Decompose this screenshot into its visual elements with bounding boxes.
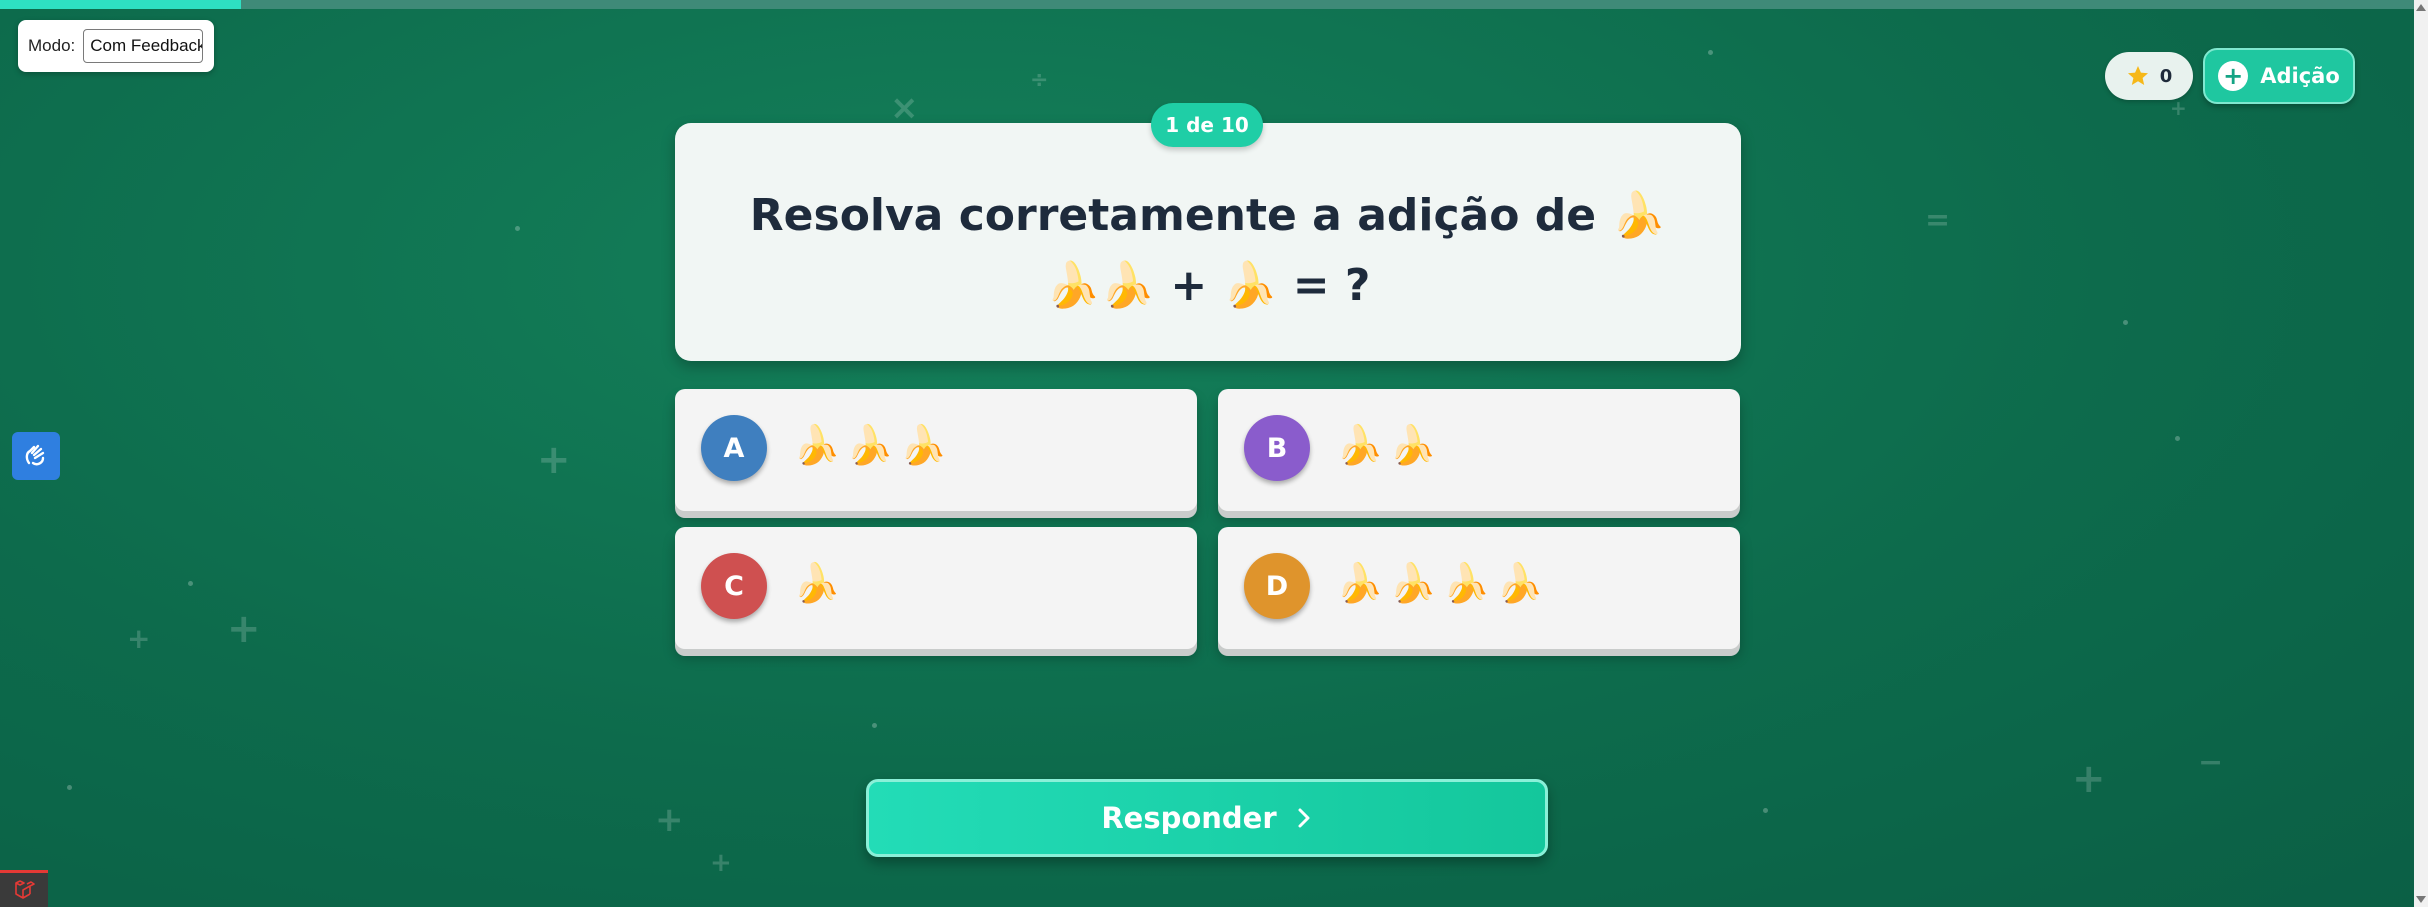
background-plus-symbol: + [2072,756,2106,802]
option-letter-badge: D [1244,553,1310,619]
background-dot [2123,320,2128,325]
answer-option-a[interactable]: A 🍌🍌🍌 [675,389,1197,511]
background-plus-symbol: + [710,848,732,878]
background-divide-symbol: ÷ [1030,68,1049,93]
progress-track [0,0,2414,9]
background-dot [1708,50,1713,55]
scrollbar[interactable] [2414,0,2428,907]
question-card: Resolva corretamente a adição de 🍌🍌🍌 + 🍌… [675,123,1741,361]
answer-option-b[interactable]: B 🍌🍌 [1218,389,1740,511]
chevron-right-icon [1298,808,1310,828]
laravel-icon [15,880,35,899]
score-value: 0 [2159,65,2173,87]
operation-label: Adição [2260,64,2340,88]
answer-option-c[interactable]: C 🍌 [675,527,1197,649]
question-counter: 1 de 10 [1151,103,1263,147]
background-times-symbol: × [890,88,919,128]
option-letter-badge: A [701,415,767,481]
submit-label: Responder [1101,801,1277,835]
background-dot [188,581,193,586]
accessibility-button[interactable] [12,432,60,480]
mode-label: Modo: [28,36,76,55]
question-text: Resolva corretamente a adição de 🍌🍌🍌 + 🍌… [749,190,1667,311]
background-dot [872,723,877,728]
answer-option-d[interactable]: D 🍌🍌🍌🍌 [1218,527,1740,649]
background-dot [1763,808,1768,813]
option-content: 🍌 [793,561,847,605]
progress-fill [0,0,242,9]
plus-icon: + [2218,61,2249,91]
operation-button[interactable]: + Adição [2203,48,2355,104]
submit-answer-button[interactable]: Responder [866,779,1548,857]
option-content: 🍌🍌🍌 [793,423,953,467]
background-plus-symbol: + [127,622,151,655]
star-icon [2127,66,2148,85]
score-badge: 0 [2105,52,2193,100]
background-plus-symbol: + [227,606,261,652]
mode-selector-panel: Modo: Com Feedback [18,20,214,72]
background-dot [515,226,520,231]
scroll-up-icon[interactable] [2416,4,2426,11]
option-letter-badge: C [701,553,767,619]
option-content: 🍌🍌 [1336,423,1443,467]
background-minus-symbol: − [2198,745,2224,780]
scroll-down-icon[interactable] [2416,896,2426,903]
sign-language-hand-icon [25,444,45,466]
background-plus-symbol: + [537,437,571,483]
option-content: 🍌🍌🍌🍌 [1336,561,1550,605]
debug-toolbar-button[interactable] [0,870,48,907]
mode-select[interactable]: Com Feedback [83,29,204,63]
option-letter-badge: B [1244,415,1310,481]
background-plus-symbol: + [655,800,684,840]
background-dot [67,785,72,790]
background-dot [2175,436,2180,441]
background-equals-symbol: = [1925,203,1951,238]
